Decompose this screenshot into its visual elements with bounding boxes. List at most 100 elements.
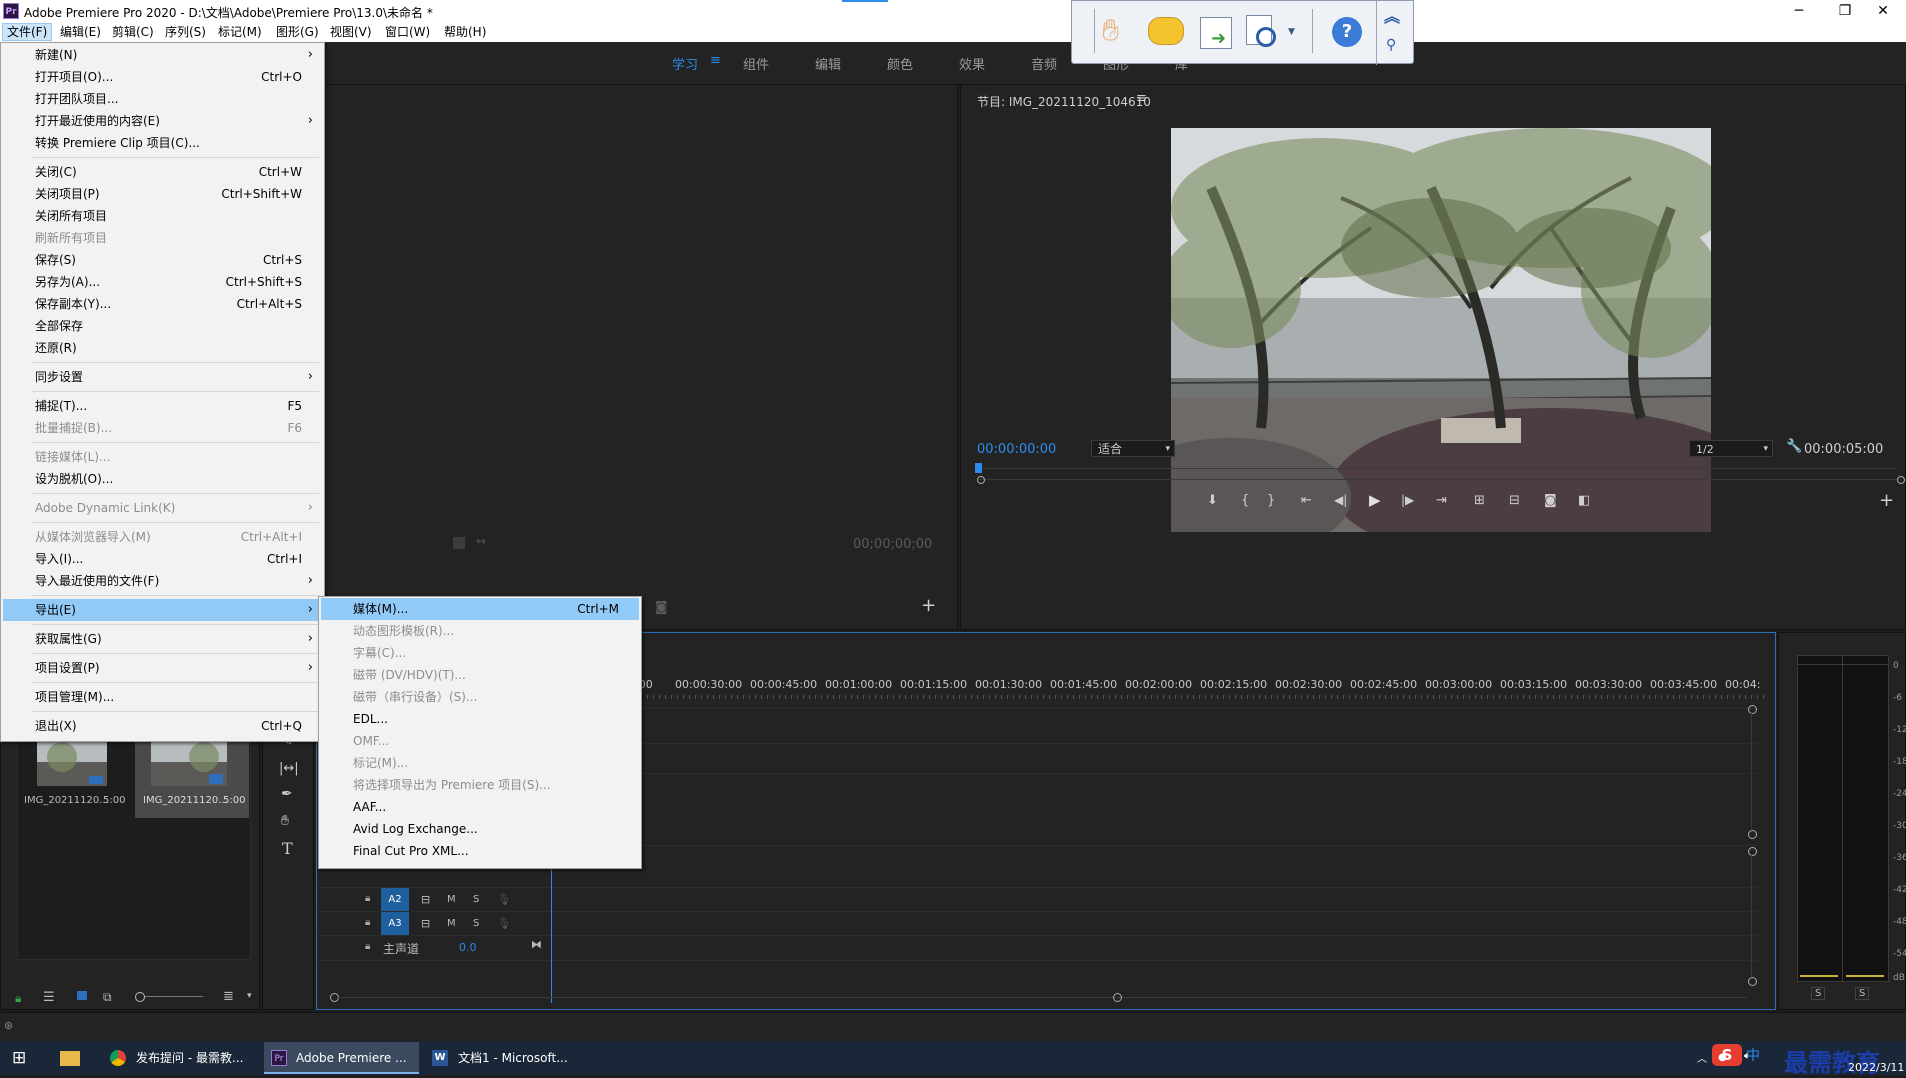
file-menu-save-copy[interactable]: 保存副本(Y)... Ctrl+Alt+S	[3, 293, 322, 315]
menu-sequence[interactable]: 序列(S)	[161, 24, 210, 40]
file-menu-sync-settings[interactable]: 同步设置 ›	[3, 366, 322, 388]
workspace-tab-audio[interactable]: 音频	[1031, 54, 1057, 73]
file-menu-close-project[interactable]: 关闭项目(P) Ctrl+Shift+W	[3, 183, 322, 205]
video-scrollbar[interactable]	[1751, 713, 1752, 829]
taskbar-date[interactable]: 2022/3/11	[1848, 1061, 1904, 1074]
audio-scrollbar[interactable]	[1751, 855, 1752, 977]
sogou-ime-icon[interactable]: S	[1712, 1044, 1742, 1066]
sync-lock-icon[interactable]: ⊟	[421, 893, 430, 906]
mute-button[interactable]: M	[447, 918, 456, 929]
comparison-view-icon[interactable]: ◧	[1578, 493, 1590, 508]
tray-overflow-icon[interactable]: ︿	[1697, 1050, 1707, 1065]
hand-icon[interactable]: ✋︎	[1102, 13, 1119, 48]
pin-icon[interactable]: ⚲	[1386, 37, 1396, 53]
export-media[interactable]: 媒体(M)... Ctrl+M	[321, 598, 639, 620]
file-menu-capture[interactable]: 捕捉(T)... F5	[3, 395, 322, 417]
freeform-view-icon[interactable]: ⧉	[103, 990, 112, 1005]
lock-icon[interactable]: 🔒︎	[365, 941, 370, 952]
zoom-scrollbar[interactable]	[979, 479, 1897, 480]
mute-button[interactable]: M	[447, 894, 456, 905]
mini-ruler[interactable]	[977, 468, 1897, 469]
add-marker-icon[interactable]: ⬇	[1207, 493, 1218, 508]
file-menu-save-all[interactable]: 全部保存	[3, 315, 322, 337]
chevron-down-icon[interactable]: ▼	[1288, 27, 1295, 37]
go-to-in-icon[interactable]: ⇤	[1301, 493, 1312, 508]
sort-icon[interactable]: ≣	[223, 989, 234, 1004]
help-icon[interactable]: ?	[1332, 17, 1362, 47]
solo-left-button[interactable]: S	[1811, 987, 1826, 1000]
file-menu-close[interactable]: 关闭(C) Ctrl+W	[3, 161, 322, 183]
menu-window[interactable]: 窗口(W)	[381, 24, 434, 40]
microphone-icon[interactable]: 🎙︎	[497, 893, 511, 906]
program-video-frame[interactable]	[1171, 128, 1711, 532]
camera-icon[interactable]: ◙	[655, 600, 668, 615]
project-clip-item[interactable]: IMG_20211120... 5:00	[21, 738, 135, 818]
file-menu-open-project[interactable]: 打开项目(O)... Ctrl+O	[3, 66, 322, 88]
icon-view-icon[interactable]	[77, 991, 87, 1000]
program-playhead[interactable]	[975, 463, 982, 473]
sync-lock-icon[interactable]: ⊟	[421, 917, 430, 930]
file-menu-get-properties[interactable]: 获取属性(G) ›	[3, 628, 322, 650]
zoom-handle-left[interactable]	[977, 476, 985, 484]
file-menu-revert[interactable]: 还原(R)	[3, 337, 322, 359]
collapse-up-icon[interactable]: ︽	[1384, 3, 1400, 27]
master-volume-value[interactable]: 0.0	[459, 941, 477, 954]
export-final-cut-pro-xml[interactable]: Final Cut Pro XML...	[321, 840, 639, 862]
solo-right-button[interactable]: S	[1855, 987, 1870, 1000]
menu-markers[interactable]: 标记(M)	[214, 24, 266, 40]
h-scroll-handle-right[interactable]	[1113, 993, 1122, 1002]
zoom-slider[interactable]	[145, 996, 203, 997]
safe-margin-icon[interactable]	[453, 537, 465, 549]
play-icon[interactable]: ▶	[1369, 491, 1381, 509]
lock-icon[interactable]: 🔒︎	[365, 893, 370, 904]
wrench-icon[interactable]: 🔧	[1786, 439, 1802, 454]
file-menu-project-settings[interactable]: 项目设置(P) ›	[3, 657, 322, 679]
close-button[interactable]: ✕	[1860, 0, 1906, 22]
export-frame-icon[interactable]: ◙	[1544, 493, 1557, 508]
export-edl[interactable]: EDL...	[321, 708, 639, 730]
workspace-tab-color[interactable]: 颜色	[887, 54, 913, 73]
program-monitor-title[interactable]: 节目: IMG_20211120_104610	[977, 93, 1151, 110]
mark-out-icon[interactable]: }	[1267, 493, 1275, 508]
pen-tool-icon[interactable]: ✒	[281, 786, 293, 802]
step-forward-icon[interactable]: |▶	[1401, 493, 1414, 507]
solo-button[interactable]: S	[473, 918, 479, 929]
go-to-end-icon[interactable]: ⧓	[531, 938, 542, 951]
workspace-tab-learn[interactable]: 学习	[672, 54, 698, 73]
zoom-slider-handle[interactable]	[135, 992, 145, 1002]
project-clip-item-selected[interactable]: IMG_20211120... 5:00	[135, 738, 249, 818]
workspace-tab-effects[interactable]: 效果	[959, 54, 985, 73]
go-to-out-icon[interactable]: ⇥	[1436, 493, 1447, 508]
menu-view[interactable]: 视图(V)	[326, 24, 376, 40]
mark-in-icon[interactable]: {	[1241, 493, 1249, 508]
export-document-icon[interactable]: ➜	[1200, 17, 1232, 49]
lock-icon[interactable]: 🔒︎	[15, 991, 21, 1006]
hand-tool-icon[interactable]: ✋︎	[281, 813, 289, 829]
lift-icon[interactable]: ⊞	[1474, 493, 1485, 508]
track-target[interactable]: A2	[381, 888, 409, 912]
split-icon[interactable]: ↔	[476, 534, 486, 548]
menu-graphics[interactable]: 图形(G)	[272, 24, 323, 40]
microphone-icon[interactable]: 🎙︎	[497, 917, 511, 930]
type-tool-icon[interactable]: T	[282, 839, 293, 858]
master-track[interactable]: 🔒︎ 主声道 0.0 ⧓	[317, 935, 1757, 961]
audio-track-a2[interactable]: 🔒︎ A2 ⊟ M S 🎙︎	[317, 887, 1757, 912]
timeline-playhead[interactable]	[551, 863, 552, 1003]
file-menu-project-manager[interactable]: 项目管理(M)...	[3, 686, 322, 708]
windows-start-icon[interactable]: ⊞	[12, 1042, 26, 1074]
add-button-icon[interactable]: +	[1879, 490, 1894, 511]
track-target[interactable]: A3	[381, 912, 409, 936]
audio-track-a3[interactable]: 🔒︎ A3 ⊟ M S 🎙︎	[317, 911, 1757, 936]
file-menu-new[interactable]: 新建(N) ›	[3, 44, 322, 66]
workspace-menu-icon[interactable]: ≡	[710, 53, 721, 68]
file-menu-export[interactable]: 导出(E) ›	[3, 599, 322, 621]
file-menu-save-as[interactable]: 另存为(A)... Ctrl+Shift+S	[3, 271, 322, 293]
program-current-timecode[interactable]: 00:00:00:00	[977, 442, 1056, 457]
taskbar-word-item[interactable]: W 文档1 - Microsoft...	[428, 1042, 578, 1074]
menu-help[interactable]: 帮助(H)	[440, 24, 490, 40]
workspace-tab-editing[interactable]: 编辑	[815, 54, 841, 73]
export-aaf[interactable]: AAF...	[321, 796, 639, 818]
add-button-icon[interactable]: +	[921, 595, 936, 616]
file-menu-close-all[interactable]: 关闭所有项目	[3, 205, 322, 227]
resolution-dropdown[interactable]: 1/2 ▾	[1689, 440, 1773, 457]
